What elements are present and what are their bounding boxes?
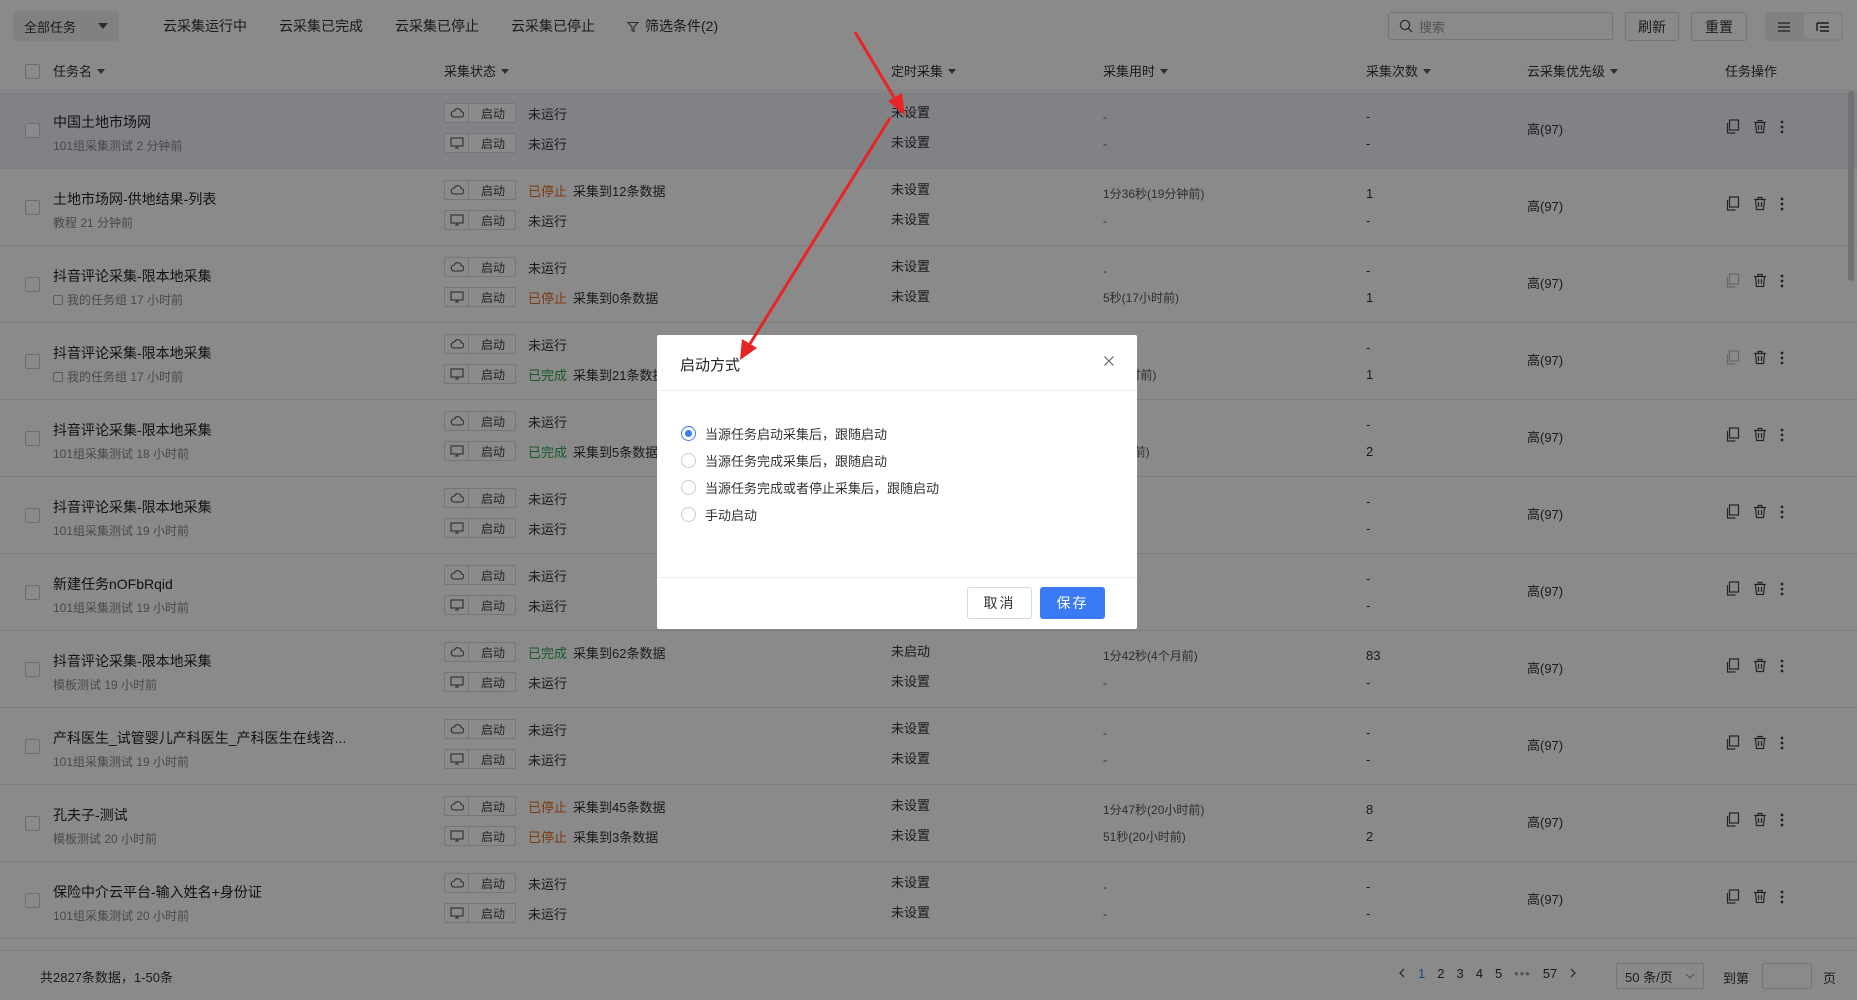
- radio-button[interactable]: [681, 480, 696, 495]
- option-label: 当源任务完成或者停止采集后，跟随启动: [705, 481, 940, 496]
- radio-button[interactable]: [681, 453, 696, 468]
- option-follow-on-start[interactable]: 当源任务启动采集后，跟随启动: [681, 424, 887, 443]
- option-follow-on-complete[interactable]: 当源任务完成采集后，跟随启动: [681, 451, 887, 470]
- start-mode-dialog: 启动方式 当源任务启动采集后，跟随启动 当源任务完成采集后，跟随启动 当源任务完…: [657, 335, 1137, 629]
- option-label: 当源任务完成采集后，跟随启动: [705, 454, 888, 469]
- dialog-title: 启动方式: [680, 357, 741, 374]
- dialog-footer-divider: [657, 577, 1137, 578]
- save-button[interactable]: 保存: [1040, 587, 1105, 619]
- option-follow-on-complete-or-stop[interactable]: 当源任务完成或者停止采集后，跟随启动: [681, 478, 939, 497]
- close-icon[interactable]: [1103, 355, 1115, 370]
- radio-button[interactable]: [681, 426, 696, 441]
- cancel-button[interactable]: 取消: [967, 587, 1032, 619]
- option-label: 当源任务启动采集后，跟随启动: [705, 427, 888, 442]
- option-label: 手动启动: [705, 508, 758, 523]
- dialog-header: 启动方式: [657, 335, 1137, 391]
- radio-button[interactable]: [681, 507, 696, 522]
- option-manual-start[interactable]: 手动启动: [681, 505, 757, 524]
